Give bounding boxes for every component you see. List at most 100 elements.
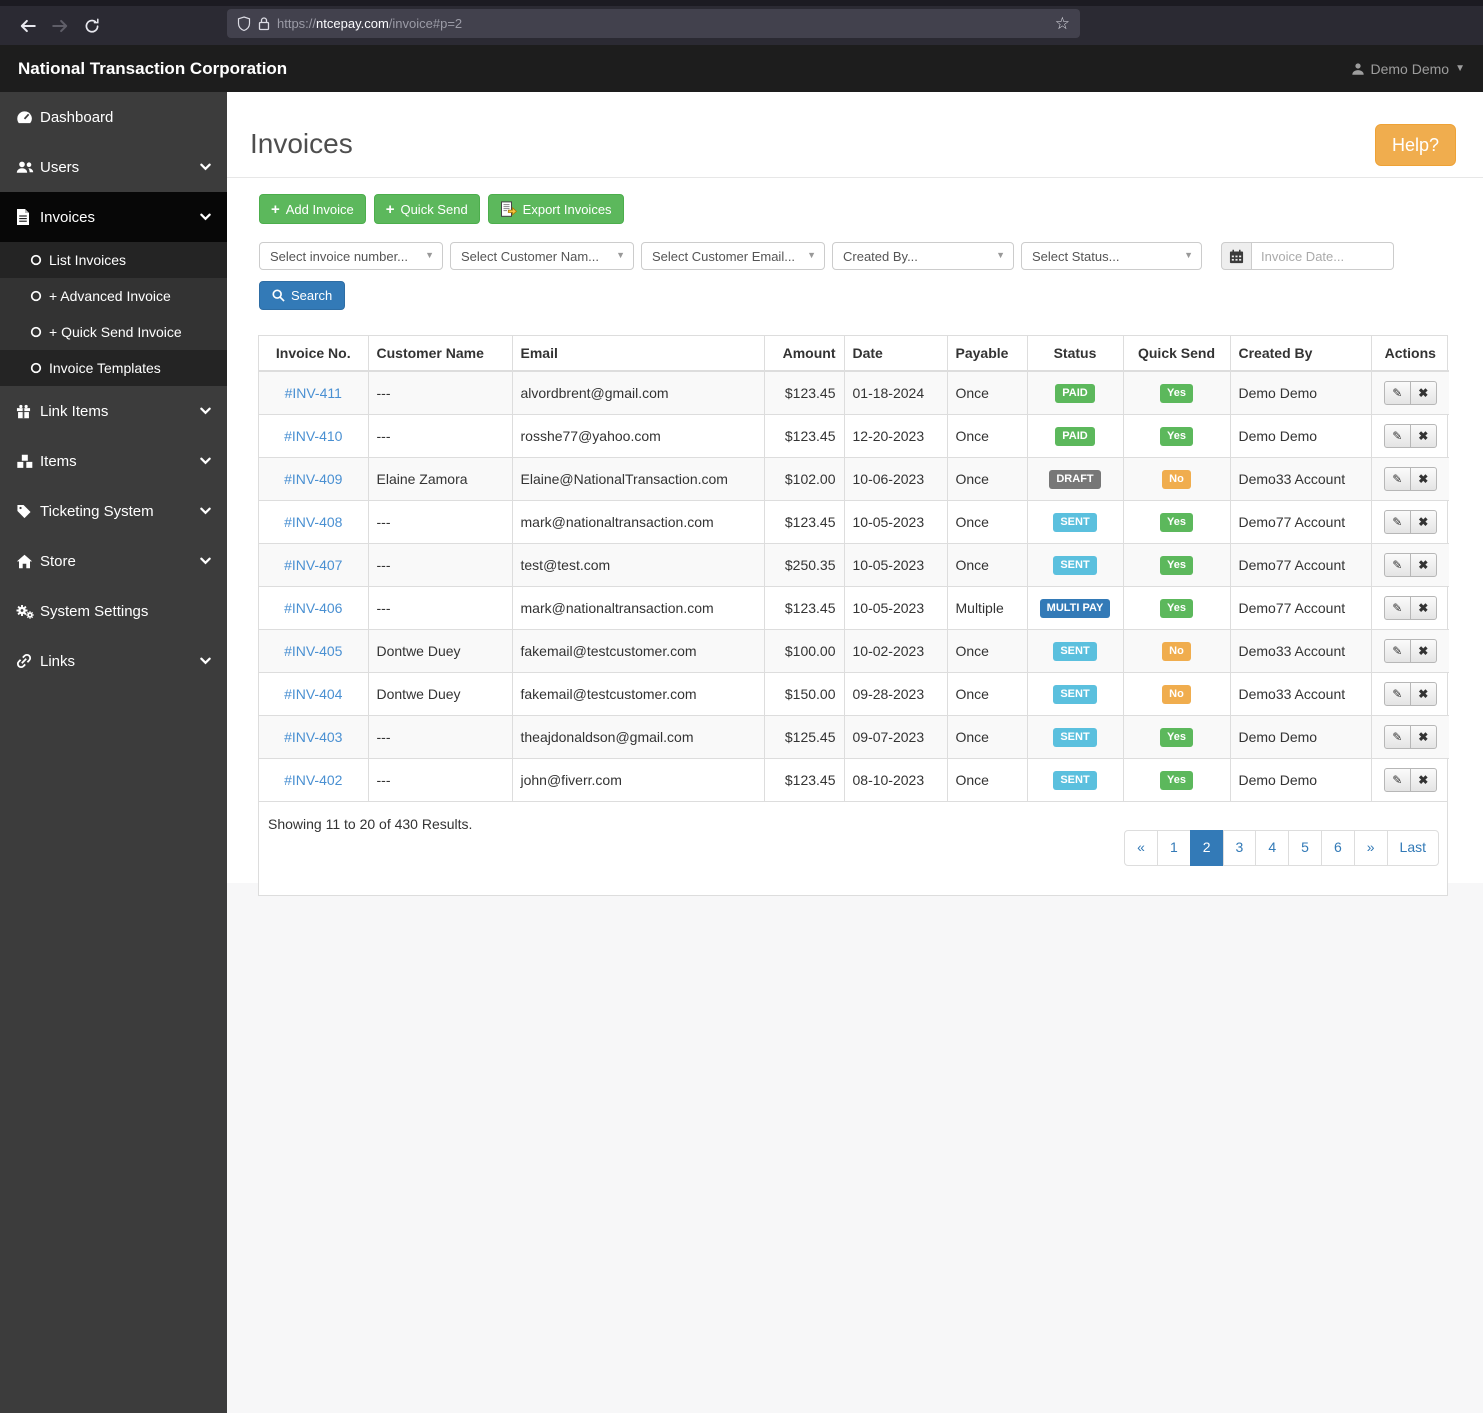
invoice-link[interactable]: #INV-410: [284, 428, 342, 444]
customer-name-select-value: Select Customer Nam...: [461, 248, 599, 264]
edit-invoice-button[interactable]: ✎: [1383, 596, 1411, 620]
add-invoice-button[interactable]: + Add Invoice: [259, 194, 366, 224]
browser-chrome: https://ntcepay.com/invoice#p=2 ☆: [0, 0, 1483, 45]
invoice-link[interactable]: #INV-402: [284, 772, 342, 788]
sidebar-item-ticketing-system[interactable]: Ticketing System: [0, 486, 227, 536]
invoice-link[interactable]: #INV-404: [284, 686, 342, 702]
pagination-page-3[interactable]: 3: [1222, 830, 1257, 866]
created-by-cell: Demo Demo: [1230, 715, 1372, 759]
sidebar-item-dashboard[interactable]: Dashboard: [0, 92, 227, 142]
edit-invoice-button[interactable]: ✎: [1383, 639, 1411, 663]
delete-invoice-button[interactable]: ✖: [1409, 768, 1437, 792]
edit-invoice-button[interactable]: ✎: [1383, 381, 1411, 405]
user-name: Demo Demo: [1370, 60, 1450, 77]
delete-invoice-button[interactable]: ✖: [1409, 467, 1437, 491]
pagination-prev[interactable]: «: [1124, 830, 1158, 866]
pagination-last[interactable]: Last: [1386, 830, 1439, 866]
quick-send-badge: Yes: [1160, 383, 1193, 404]
pagination-page-5[interactable]: 5: [1288, 830, 1322, 866]
help-button[interactable]: Help?: [1374, 124, 1456, 166]
invoice-link[interactable]: #INV-411: [285, 385, 342, 401]
pagination-page-2-active[interactable]: 2: [1189, 830, 1224, 866]
pagination-page-4[interactable]: 4: [1255, 830, 1290, 866]
created-by-cell: Demo Demo: [1230, 414, 1372, 458]
edit-invoice-button[interactable]: ✎: [1383, 510, 1411, 534]
sidebar-label: Invoices: [40, 208, 96, 226]
app-navbar: National Transaction Corporation Demo De…: [0, 45, 1483, 92]
delete-invoice-button[interactable]: ✖: [1409, 596, 1437, 620]
sidebar-item-invoices[interactable]: Invoices: [0, 192, 227, 242]
browser-toolbar: https://ntcepay.com/invoice#p=2 ☆: [0, 6, 1483, 45]
invoice-link[interactable]: #INV-405: [284, 643, 342, 659]
delete-invoice-button[interactable]: ✖: [1409, 682, 1437, 706]
pagination-page-1[interactable]: 1: [1156, 830, 1191, 866]
invoice-date-input[interactable]: [1252, 242, 1394, 270]
customer-name-select[interactable]: Select Customer Nam... ▼: [450, 242, 634, 270]
invoice-link[interactable]: #INV-407: [284, 557, 342, 573]
calendar-button[interactable]: [1221, 242, 1252, 270]
created-by-cell: Demo33 Account: [1230, 672, 1372, 716]
status-badge: SENT: [1053, 684, 1097, 705]
sidebar-item-system-settings[interactable]: System Settings: [0, 586, 227, 636]
quick-send-badge: No: [1162, 684, 1191, 705]
email-cell: fakemail@testcustomer.com: [512, 629, 765, 673]
edit-invoice-button[interactable]: ✎: [1383, 725, 1411, 749]
sidebar-label: Dashboard: [40, 108, 114, 126]
amount-cell: $123.45: [764, 414, 845, 458]
sidebar-item-links[interactable]: Links: [0, 636, 227, 686]
shield-icon[interactable]: [237, 15, 251, 32]
customer-cell: ---: [368, 715, 513, 759]
table-row: #INV-403 --- theajdonaldson@gmail.com $1…: [259, 715, 1449, 759]
edit-invoice-button[interactable]: ✎: [1383, 682, 1411, 706]
customer-email-select[interactable]: Select Customer Email... ▼: [641, 242, 825, 270]
payable-cell: Once: [947, 672, 1028, 716]
invoice-number-select[interactable]: Select invoice number... ▼: [259, 242, 443, 270]
sidebar-item-store[interactable]: Store: [0, 536, 227, 586]
delete-invoice-button[interactable]: ✖: [1409, 639, 1437, 663]
search-button[interactable]: Search: [259, 281, 346, 310]
filter-row: Select invoice number... ▼ Select Custom…: [259, 242, 1483, 270]
export-invoices-button[interactable]: Export Invoices: [487, 194, 624, 224]
amount-cell: $123.45: [764, 586, 845, 630]
delete-invoice-button[interactable]: ✖: [1409, 553, 1437, 577]
delete-invoice-button[interactable]: ✖: [1409, 725, 1437, 749]
forward-icon[interactable]: [46, 12, 74, 40]
email-cell: theajdonaldson@gmail.com: [512, 715, 765, 759]
results-summary: Showing 11 to 20 of 430 Results.: [268, 816, 473, 832]
invoice-link[interactable]: #INV-408: [284, 514, 342, 530]
page-title: Invoices: [250, 128, 353, 159]
lock-icon[interactable]: [258, 16, 270, 31]
reload-icon[interactable]: [78, 12, 106, 40]
address-bar[interactable]: https://ntcepay.com/invoice#p=2 ☆: [227, 9, 1080, 38]
sidebar-item-invoice-templates[interactable]: Invoice Templates: [0, 350, 227, 386]
calendar-icon: [1229, 249, 1244, 264]
bookmark-star-icon[interactable]: ☆: [1055, 15, 1070, 32]
pagination-next[interactable]: »: [1353, 830, 1388, 866]
delete-invoice-button[interactable]: ✖: [1409, 424, 1437, 448]
status-select[interactable]: Select Status... ▼: [1021, 242, 1202, 270]
date-cell: 10-06-2023: [844, 457, 948, 501]
sidebar-item-quick-send-invoice[interactable]: + Quick Send Invoice: [0, 314, 227, 350]
back-icon[interactable]: [14, 12, 42, 40]
delete-invoice-button[interactable]: ✖: [1409, 510, 1437, 534]
url-text: https://ntcepay.com/invoice#p=2: [277, 16, 463, 31]
gift-icon: [16, 404, 40, 419]
sidebar-item-items[interactable]: Items: [0, 436, 227, 486]
user-menu[interactable]: Demo Demo ▼: [1351, 60, 1465, 77]
delete-invoice-button[interactable]: ✖: [1409, 381, 1437, 405]
table-row: #INV-406 --- mark@nationaltransaction.co…: [259, 586, 1449, 630]
sidebar-item-users[interactable]: Users: [0, 142, 227, 192]
pagination-page-6[interactable]: 6: [1320, 830, 1355, 866]
invoice-link[interactable]: #INV-406: [284, 600, 342, 616]
quick-send-button[interactable]: + Quick Send: [373, 194, 480, 224]
edit-invoice-button[interactable]: ✎: [1383, 553, 1411, 577]
sidebar-item-advanced-invoice[interactable]: + Advanced Invoice: [0, 278, 227, 314]
edit-invoice-button[interactable]: ✎: [1383, 768, 1411, 792]
sidebar-item-link-items[interactable]: Link Items: [0, 386, 227, 436]
invoice-link[interactable]: #INV-409: [284, 471, 342, 487]
edit-invoice-button[interactable]: ✎: [1383, 467, 1411, 491]
edit-invoice-button[interactable]: ✎: [1383, 424, 1411, 448]
invoice-link[interactable]: #INV-403: [284, 729, 342, 745]
sidebar-item-list-invoices[interactable]: List Invoices: [0, 242, 227, 278]
created-by-select[interactable]: Created By... ▼: [832, 242, 1014, 270]
